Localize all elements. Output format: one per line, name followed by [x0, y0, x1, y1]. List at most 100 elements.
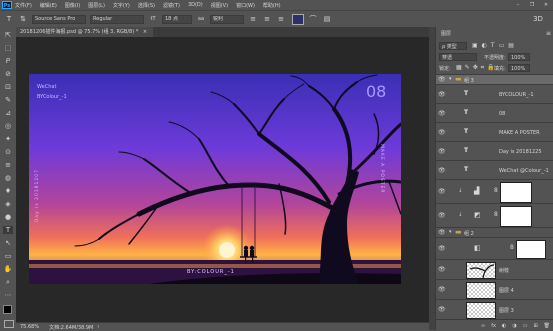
visibility-eye-icon[interactable]: 👁 — [438, 91, 446, 98]
quick-select-tool-icon[interactable]: ⊘ — [3, 70, 13, 78]
menu-image[interactable]: 图像(I) — [65, 2, 80, 9]
group-expand-icon[interactable]: ▾ — [449, 76, 452, 82]
lasso-tool-icon[interactable]: ᑭ — [3, 57, 13, 65]
visibility-eye-icon[interactable]: 👁 — [438, 212, 446, 219]
opacity-input[interactable]: 100% — [508, 53, 530, 61]
link-layers-icon[interactable]: ∞ — [481, 323, 485, 329]
character-panel-icon[interactable]: ▤ — [322, 14, 332, 24]
status-arrow-icon[interactable]: › — [97, 324, 99, 330]
healing-tool-icon[interactable]: ⊿ — [3, 109, 13, 117]
layer-group-3[interactable]: 👁 ▾ ▬ 组 3 — [436, 74, 553, 84]
visibility-eye-icon[interactable]: 👁 — [438, 129, 446, 136]
close-window-button[interactable]: ✕ — [539, 2, 553, 8]
visibility-eye-icon[interactable]: 👁 — [438, 245, 446, 252]
font-size-select[interactable]: 18 点 — [162, 14, 192, 24]
adjustment-layer-icon[interactable]: ◑ — [512, 323, 516, 329]
menu-view[interactable]: 视图(V) — [211, 2, 228, 9]
mask-link-icon[interactable]: 8 — [494, 211, 498, 218]
layer-text-make-a-poster[interactable]: 👁 T MAKE A POSTER — [436, 122, 553, 141]
layer-adjustment-levels[interactable]: 👁 ↓ ▟ 8 — [436, 179, 553, 203]
visibility-eye-icon[interactable]: 👁 — [438, 229, 446, 236]
group-expand-icon[interactable]: ▾ — [449, 229, 452, 235]
layer-adjustment-curves[interactable]: 👁 ↓ ◩ 8 — [436, 203, 553, 227]
more-tools-icon[interactable]: ⋯ — [3, 291, 13, 299]
menu-file[interactable]: 文件(F) — [15, 2, 32, 9]
visibility-eye-icon[interactable]: 👁 — [438, 188, 446, 195]
filter-icons[interactable]: ▣◐T▭▤ — [472, 42, 518, 49]
menu-3d[interactable]: 3D(D) — [188, 2, 203, 8]
minimize-button[interactable]: – — [511, 2, 525, 8]
align-left-icon[interactable]: ≡ — [248, 14, 258, 24]
document-tab[interactable]: 20181206插件海报.psd @ 75.7% (组 3, RGB/8) * … — [16, 27, 154, 37]
foreground-color-swatch[interactable] — [3, 305, 12, 314]
close-tab-icon[interactable]: × — [143, 29, 147, 35]
type-tool-button-icon[interactable]: T — [3, 226, 13, 234]
text-color-swatch[interactable] — [292, 13, 304, 25]
layer-branches[interactable]: 👁 树枝 — [436, 259, 553, 279]
fill-input[interactable]: 100% — [508, 64, 530, 72]
restore-button[interactable]: ❐ — [525, 2, 539, 8]
stamp-tool-icon[interactable]: ✦ — [3, 135, 13, 143]
layer-text-wechat[interactable]: 👁 T WeChat @Colour_-1 — [436, 160, 553, 179]
lock-icons[interactable]: ▦✎✥⌗🔒 — [456, 64, 498, 72]
marquee-tool-icon[interactable]: ⬚ — [3, 44, 13, 52]
layer-adjustment-group2[interactable]: 👁 ◧ 8 — [436, 237, 553, 259]
menu-filter[interactable]: 滤镜(T) — [163, 2, 180, 9]
layer-text-day[interactable]: 👁 T Day is 20181225 — [436, 141, 553, 160]
layer-mask-thumbnail[interactable] — [516, 240, 546, 259]
layer-style-icon[interactable]: fx — [491, 323, 496, 329]
menu-edit[interactable]: 编辑(E) — [40, 2, 57, 9]
font-style-select[interactable]: Regular — [90, 14, 144, 24]
pen-tool-icon[interactable]: ● — [3, 213, 13, 221]
menu-select[interactable]: 选择(S) — [138, 2, 155, 9]
layer-text-bycolour[interactable]: 👁 T BYCOLOUR_-1 — [436, 84, 553, 103]
eraser-tool-icon[interactable]: ≡ — [3, 161, 13, 169]
crop-tool-icon[interactable]: ⊡ — [3, 83, 13, 91]
shape-tool-icon[interactable]: ▭ — [3, 252, 13, 260]
menu-help[interactable]: 帮助(H) — [263, 2, 281, 9]
eyedropper-tool-icon[interactable]: ✎ — [3, 96, 13, 104]
blur-tool-icon[interactable]: ♦ — [3, 187, 13, 195]
text-orientation-icon[interactable]: ⇅ — [18, 14, 28, 24]
3d-icon[interactable]: 3D — [533, 14, 543, 24]
visibility-eye-icon[interactable]: 👁 — [438, 266, 446, 273]
antialias-select[interactable]: 锐利 — [210, 14, 244, 24]
warp-text-icon[interactable]: ⌒ — [308, 14, 318, 24]
hand-tool-icon[interactable]: ✋ — [3, 265, 13, 273]
mask-link-icon[interactable]: 8 — [510, 244, 514, 251]
new-group-icon[interactable]: ▭ — [523, 323, 528, 329]
layer-text-08[interactable]: 👁 T 08 — [436, 103, 553, 122]
layer-mask-thumbnail[interactable] — [500, 182, 532, 203]
new-layer-icon[interactable]: ⊞ — [533, 323, 537, 329]
path-select-tool-icon[interactable]: ↖ — [3, 239, 13, 247]
layer-3[interactable]: 👁 图层 3 — [436, 299, 553, 319]
brush-tool-icon[interactable]: ◎ — [3, 122, 13, 130]
align-right-icon[interactable]: ≡ — [276, 14, 286, 24]
type-tool-icon[interactable]: T — [4, 14, 14, 24]
delete-layer-icon[interactable]: 🗑 — [544, 323, 550, 329]
quick-mask-icon[interactable] — [4, 320, 14, 328]
dodge-tool-icon[interactable]: ◈ — [3, 200, 13, 208]
layer-group-2[interactable]: 👁 ▾ ▬ 组 2 — [436, 227, 553, 237]
panel-menu-icon[interactable]: ≡ — [546, 30, 551, 37]
menu-window[interactable]: 窗口(W) — [236, 2, 255, 9]
font-family-select[interactable]: Source Sans Pro — [32, 14, 86, 24]
visibility-eye-icon[interactable]: 👁 — [438, 148, 446, 155]
zoom-tool-icon[interactable]: ⌕ — [3, 278, 13, 286]
menu-type[interactable]: 文字(Y) — [113, 2, 130, 9]
layer-kind-filter[interactable]: ρ 类型 — [439, 42, 467, 50]
visibility-eye-icon[interactable]: 👁 — [438, 76, 446, 83]
zoom-level[interactable]: 75.68% — [20, 324, 39, 330]
visibility-eye-icon[interactable]: 👁 — [438, 286, 446, 293]
mask-link-icon[interactable]: 8 — [494, 187, 498, 194]
visibility-eye-icon[interactable]: 👁 — [438, 306, 446, 313]
menu-layer[interactable]: 图层(L) — [88, 2, 105, 9]
move-tool-icon[interactable]: ⇱ — [3, 31, 13, 39]
visibility-eye-icon[interactable]: 👁 — [438, 110, 446, 117]
visibility-eye-icon[interactable]: 👁 — [438, 167, 446, 174]
history-brush-tool-icon[interactable]: ⊙ — [3, 148, 13, 156]
blend-mode-select[interactable]: 穿透 — [439, 53, 477, 61]
gradient-tool-icon[interactable]: ◍ — [3, 174, 13, 182]
layers-tab[interactable]: 图层 — [436, 30, 457, 39]
align-center-icon[interactable]: ≡ — [262, 14, 272, 24]
